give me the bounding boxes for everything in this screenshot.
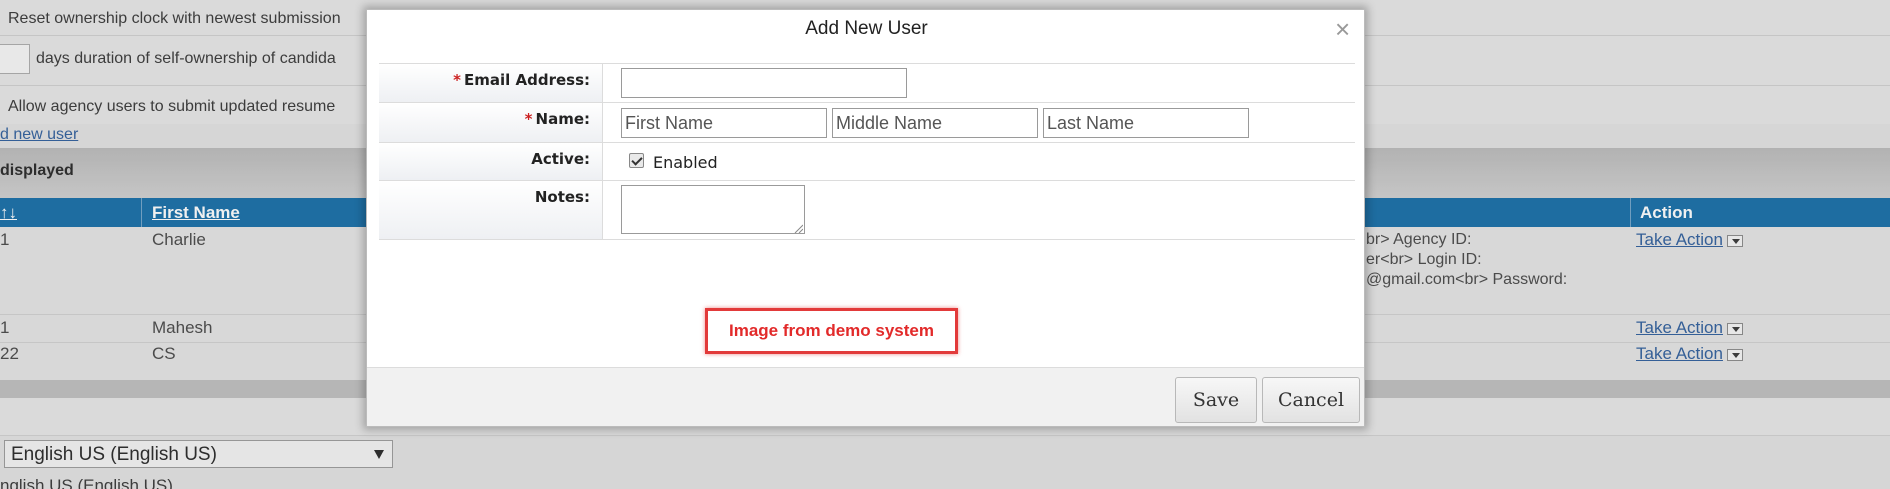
middle-name-input[interactable]	[832, 108, 1038, 138]
required-marker: *	[453, 71, 461, 89]
active-row: Active: Enabled	[379, 143, 1355, 181]
enabled-label[interactable]: Enabled	[653, 153, 718, 172]
email-field[interactable]	[621, 68, 907, 98]
cancel-button[interactable]: Cancel	[1262, 377, 1360, 423]
name-label-text: Name:	[535, 110, 590, 128]
last-name-input[interactable]	[1043, 108, 1249, 138]
notes-label: Notes:	[379, 181, 603, 239]
name-label: * Name:	[379, 103, 603, 142]
resize-grip-icon[interactable]	[793, 223, 803, 233]
save-button[interactable]: Save	[1175, 377, 1257, 423]
required-marker: *	[524, 110, 533, 128]
notes-row: Notes:	[379, 181, 1355, 240]
email-label: * Email Address:	[379, 64, 603, 102]
name-row: * Name:	[379, 103, 1355, 143]
enabled-checkbox[interactable]	[629, 153, 644, 168]
close-icon[interactable]: ×	[1335, 16, 1350, 42]
email-label-text: Email Address:	[463, 71, 590, 89]
first-name-input[interactable]	[621, 108, 827, 138]
email-row: * Email Address:	[379, 63, 1355, 103]
notes-textarea[interactable]	[621, 185, 805, 234]
dialog-title: Add New User	[805, 18, 928, 39]
demo-system-badge: Image from demo system	[705, 308, 958, 354]
dialog-footer: Save Cancel	[367, 367, 1364, 426]
active-label: Active:	[379, 143, 603, 180]
add-new-user-dialog: Add New User × *Email Address: *Name: Ac…	[366, 9, 1365, 427]
